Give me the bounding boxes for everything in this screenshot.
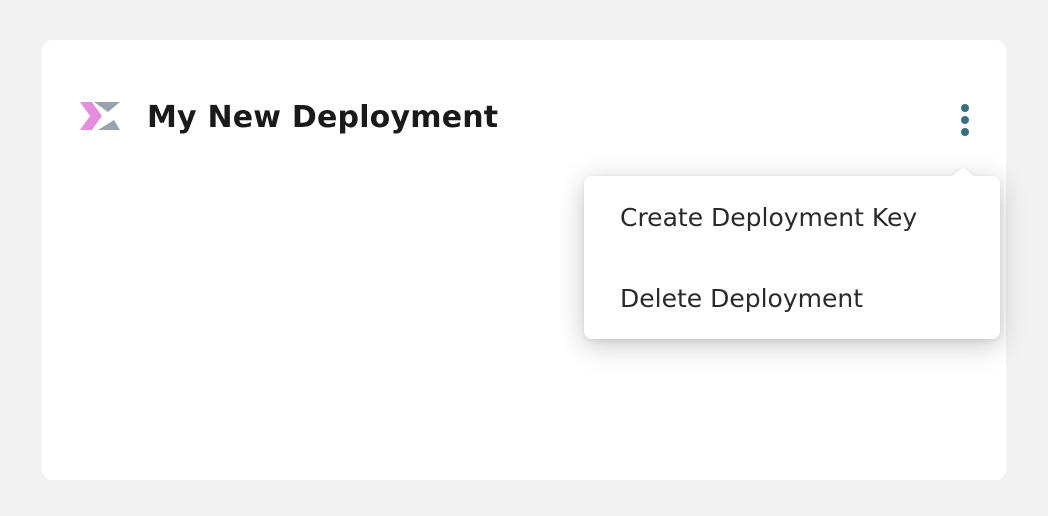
deployment-title: My New Deployment [147, 100, 499, 135]
menu-item-delete-deployment[interactable]: Delete Deployment [584, 269, 1000, 329]
deployment-logo-icon [80, 102, 124, 132]
kebab-menu-icon[interactable] [954, 103, 978, 139]
menu-item-create-deployment-key[interactable]: Create Deployment Key [584, 188, 1000, 248]
menu-pointer [951, 167, 975, 177]
deployment-actions-menu: Create Deployment Key Delete Deployment [584, 167, 1000, 339]
